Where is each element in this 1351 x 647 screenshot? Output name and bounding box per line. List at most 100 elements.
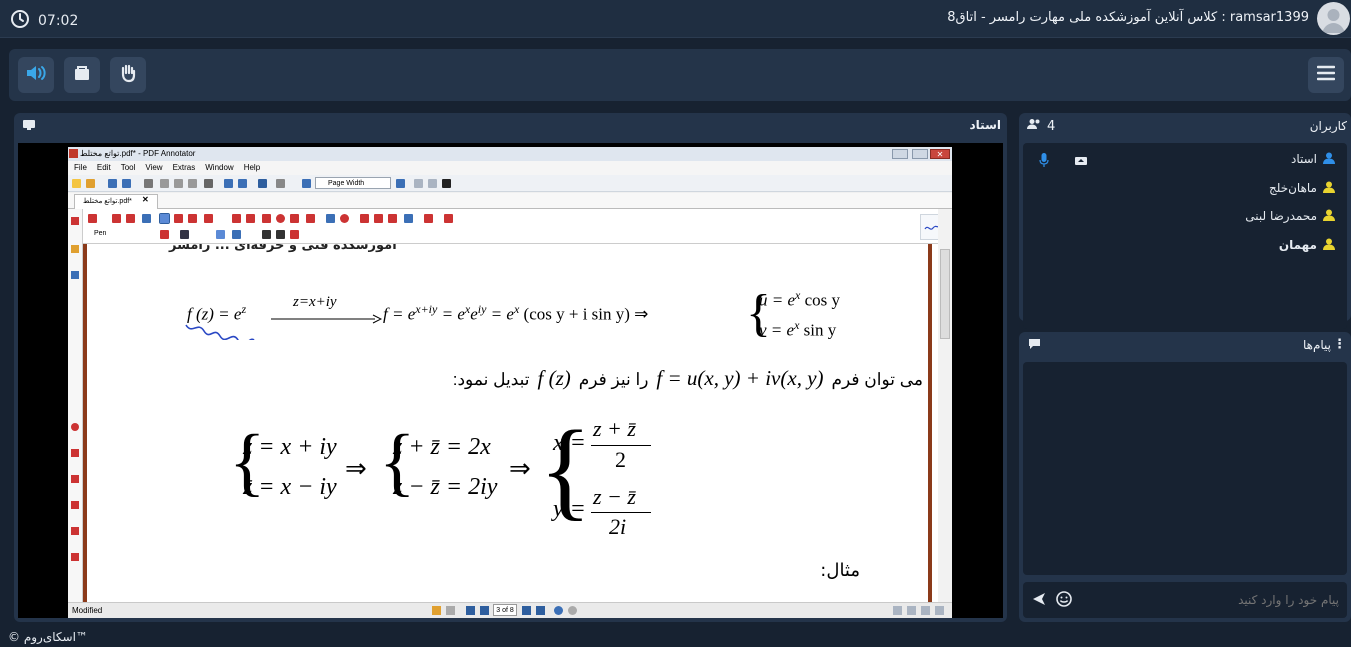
- fit-page-icon[interactable]: [414, 179, 423, 188]
- side-stamp-icon[interactable]: [71, 527, 79, 535]
- side-arrow-icon[interactable]: [71, 553, 79, 561]
- marker-tool-icon[interactable]: [174, 214, 183, 223]
- text-bold-icon[interactable]: [262, 230, 271, 239]
- view-cover-icon[interactable]: [935, 606, 944, 615]
- zoom-tool-icon[interactable]: [126, 214, 135, 223]
- page-indicator[interactable]: 3 of 8: [493, 604, 517, 616]
- save-all-icon[interactable]: [122, 179, 131, 188]
- view-single-icon[interactable]: [893, 606, 902, 615]
- status-thumbnail-icon[interactable]: [446, 606, 455, 615]
- side-favorite-icon[interactable]: [71, 423, 79, 431]
- favorite-icon[interactable]: [444, 214, 453, 223]
- user-row[interactable]: محمدرضا لبنی: [1245, 206, 1335, 226]
- hand-tool-icon[interactable]: [112, 214, 121, 223]
- top-bar: 07:02 ramsar1399 : کلاس آنلاین آموزشکده …: [0, 0, 1351, 38]
- side-attach-icon[interactable]: [71, 271, 79, 279]
- cut-icon[interactable]: [160, 179, 169, 188]
- pdf-page[interactable]: آموزشکده فنی و حرفه‌ای ... رامسر f (z) =…: [83, 244, 938, 602]
- raise-hand-button[interactable]: [110, 57, 146, 93]
- side-highlight-icon[interactable]: [71, 475, 79, 483]
- rectangle-tool-icon[interactable]: [262, 214, 271, 223]
- forward-icon[interactable]: [568, 606, 577, 615]
- vertical-scrollbar[interactable]: [938, 209, 952, 602]
- stamp-tool-icon[interactable]: [204, 214, 213, 223]
- pencil-tool-icon[interactable]: [388, 214, 397, 223]
- share-button[interactable]: [64, 57, 100, 93]
- back-icon[interactable]: [554, 606, 563, 615]
- image-tool-icon[interactable]: [404, 214, 413, 223]
- user-row[interactable]: مهمان: [1279, 235, 1335, 255]
- delete-icon[interactable]: [204, 179, 213, 188]
- emoji-icon[interactable]: [1055, 590, 1073, 612]
- find-icon[interactable]: [258, 179, 267, 188]
- page-icon[interactable]: [276, 179, 285, 188]
- highlight-tool-icon[interactable]: [306, 214, 315, 223]
- more-options-icon[interactable]: ⋮: [1333, 337, 1346, 352]
- menu-extras[interactable]: Extras: [173, 161, 196, 175]
- side-pen-icon[interactable]: [71, 217, 79, 225]
- ellipse-tool-icon[interactable]: [276, 214, 285, 223]
- arrow-tool-icon[interactable]: [246, 214, 255, 223]
- new-icon[interactable]: [72, 179, 81, 188]
- menu-tool[interactable]: Tool: [121, 161, 136, 175]
- eraser-tool-icon[interactable]: [326, 214, 335, 223]
- prev-page-icon[interactable]: [480, 606, 489, 615]
- line-tool-icon[interactable]: [232, 214, 241, 223]
- camera-tool-icon[interactable]: [360, 214, 369, 223]
- zoom-out-icon[interactable]: [302, 179, 311, 188]
- pen-color-icon[interactable]: [160, 230, 169, 239]
- open-icon[interactable]: [86, 179, 95, 188]
- side-text-icon[interactable]: [71, 501, 79, 509]
- side-folder-icon[interactable]: [71, 245, 79, 253]
- pen-tool-icon[interactable]: [159, 213, 170, 224]
- next-page-icon[interactable]: [522, 606, 531, 615]
- close-window-button[interactable]: ✕: [930, 149, 950, 159]
- speaker-button[interactable]: [18, 57, 54, 93]
- redo-icon[interactable]: [238, 179, 247, 188]
- select-tool-icon[interactable]: [88, 214, 97, 223]
- text-strike-icon[interactable]: [290, 230, 299, 239]
- menu-help[interactable]: Help: [244, 161, 260, 175]
- magnifier-icon[interactable]: [142, 214, 151, 223]
- pressure-icon[interactable]: [216, 230, 225, 239]
- paste-icon[interactable]: [188, 179, 197, 188]
- close-tab-icon[interactable]: ✕: [142, 195, 149, 204]
- view-continuous-icon[interactable]: [907, 606, 916, 615]
- zoom-in-icon[interactable]: [396, 179, 405, 188]
- send-icon[interactable]: [1031, 591, 1047, 611]
- lasso-tool-icon[interactable]: [340, 214, 349, 223]
- side-marker-icon[interactable]: [71, 449, 79, 457]
- users-icon: [1027, 118, 1041, 134]
- sigma-tool-icon[interactable]: [424, 214, 433, 223]
- print-icon[interactable]: [144, 179, 153, 188]
- last-page-icon[interactable]: [536, 606, 545, 615]
- view-facing-icon[interactable]: [921, 606, 930, 615]
- menu-button[interactable]: [1308, 57, 1344, 93]
- fit-width-icon[interactable]: [428, 179, 437, 188]
- menu-view[interactable]: View: [145, 161, 162, 175]
- user-row[interactable]: استاد: [1291, 149, 1335, 169]
- pen-width-icon[interactable]: [180, 230, 189, 239]
- chat-message-input[interactable]: [1083, 590, 1339, 610]
- undo-icon[interactable]: [224, 179, 233, 188]
- menu-edit[interactable]: Edit: [97, 161, 111, 175]
- maximize-button[interactable]: [912, 149, 928, 159]
- status-bookmark-icon[interactable]: [432, 606, 441, 615]
- zoom-select[interactable]: Page Width: [315, 177, 391, 189]
- copy-icon[interactable]: [174, 179, 183, 188]
- menu-window[interactable]: Window: [205, 161, 233, 175]
- text-italic-icon[interactable]: [276, 230, 285, 239]
- polygon-tool-icon[interactable]: [290, 214, 299, 223]
- sol-x-lhs: x =: [553, 430, 586, 456]
- scroll-thumb[interactable]: [940, 249, 950, 339]
- minimize-button[interactable]: [892, 149, 908, 159]
- user-row[interactable]: ماهان‌خلج: [1269, 178, 1335, 198]
- save-icon[interactable]: [108, 179, 117, 188]
- fullscreen-icon[interactable]: [442, 179, 451, 188]
- user-avatar[interactable]: [1317, 2, 1350, 35]
- first-page-icon[interactable]: [466, 606, 475, 615]
- crop-tool-icon[interactable]: [374, 214, 383, 223]
- smooth-icon[interactable]: [232, 230, 241, 239]
- text-tool-icon[interactable]: [188, 214, 197, 223]
- menu-file[interactable]: File: [74, 161, 87, 175]
